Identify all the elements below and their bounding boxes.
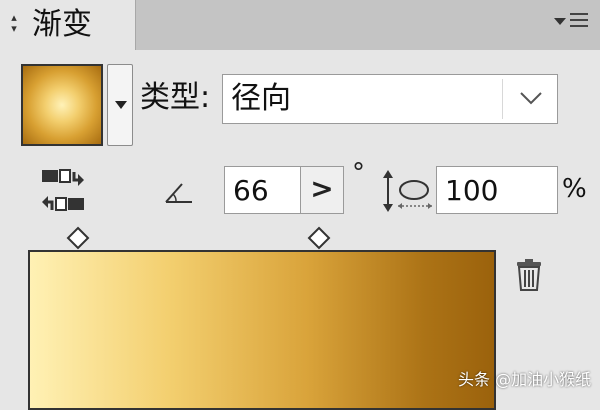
watermark: 头条 @加油小猴纸: [458, 370, 592, 389]
gradient-preset-dropdown[interactable]: [107, 64, 133, 146]
angle-icon: [165, 183, 192, 203]
aspect-ratio-unit: %: [562, 174, 587, 204]
type-select[interactable]: 径向: [222, 74, 558, 124]
aspect-ratio-value: 100: [445, 174, 499, 207]
angle-value: 66: [233, 174, 269, 207]
gradient-slider[interactable]: [28, 250, 496, 410]
panel-tab-bar: ▴ ▾ 渐变: [0, 0, 600, 50]
gradient-midpoint-handle[interactable]: [66, 226, 90, 250]
reverse-gradient-icon[interactable]: [40, 168, 86, 214]
angle-dropdown-button[interactable]: >: [300, 166, 344, 214]
trash-icon[interactable]: [514, 258, 544, 292]
gradient-midpoint-handle[interactable]: [307, 226, 331, 250]
aspect-ratio-input[interactable]: 100: [436, 166, 558, 214]
tab-gradient[interactable]: ▴ ▾ 渐变: [0, 0, 136, 50]
angle-unit: °: [352, 158, 365, 188]
panel-menu-icon[interactable]: [552, 10, 592, 34]
angle-input[interactable]: 66: [224, 166, 304, 214]
chevron-down-icon[interactable]: [519, 91, 543, 105]
tab-title: 渐变: [32, 7, 92, 42]
type-select-value: 径向: [231, 81, 291, 116]
aspect-ratio-icon: [383, 170, 432, 212]
chevron-down-icon: [115, 101, 127, 109]
gradient-preview-swatch[interactable]: [21, 64, 103, 146]
up-down-arrows-icon[interactable]: ▴ ▾: [8, 12, 20, 36]
type-label: 类型:: [140, 80, 211, 115]
